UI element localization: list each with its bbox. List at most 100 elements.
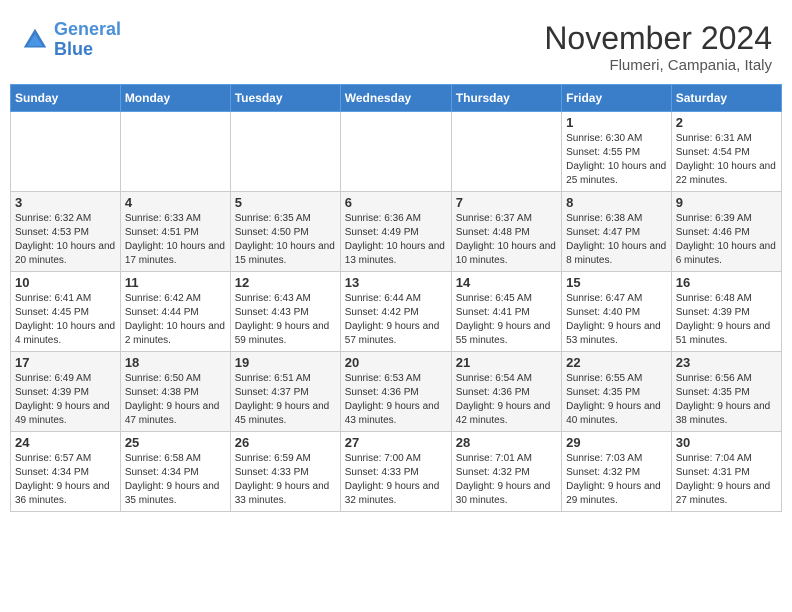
page-header: General Blue November 2024 Flumeri, Camp… bbox=[10, 10, 782, 79]
day-number: 15 bbox=[566, 275, 667, 290]
calendar-cell: 7Sunrise: 6:37 AM Sunset: 4:48 PM Daylig… bbox=[451, 192, 561, 272]
weekday-header-saturday: Saturday bbox=[671, 85, 781, 112]
calendar-cell: 27 Sunrise: 7:00 AM Sunset: 4:33 PM Dayli… bbox=[340, 432, 451, 512]
day-info: Sunrise: 6:45 AM Sunset: 4:41 PM Dayligh… bbox=[456, 292, 557, 348]
calendar-cell: 13Sunrise: 6:44 AM Sunset: 4:42 PM Dayli… bbox=[340, 272, 451, 352]
calendar-cell bbox=[11, 112, 121, 192]
day-info: Sunrise: 6:49 AM Sunset: 4:39 PM Dayligh… bbox=[15, 372, 116, 428]
day-number: 17 bbox=[15, 355, 116, 370]
weekday-header-wednesday: Wednesday bbox=[340, 85, 451, 112]
week-row-4: 17 Sunrise: 6:49 AM Sunset: 4:39 PM Dayli… bbox=[11, 352, 782, 432]
day-info: Sunrise: 6:37 AM Sunset: 4:48 PM Dayligh… bbox=[456, 212, 557, 268]
week-row-1: 1 Sunrise: 6:30 AM Sunset: 4:55 PM Daylig… bbox=[11, 112, 782, 192]
calendar-cell: 20 Sunrise: 6:53 AM Sunset: 4:36 PM Dayli… bbox=[340, 352, 451, 432]
calendar-cell: 24 Sunrise: 6:57 AM Sunset: 4:34 PM Dayli… bbox=[11, 432, 121, 512]
day-info: Sunrise: 6:58 AM Sunset: 4:34 PM Dayligh… bbox=[125, 452, 226, 508]
calendar-cell: 3 Sunrise: 6:32 AM Sunset: 4:53 PM Daylig… bbox=[11, 192, 121, 272]
day-info: Sunrise: 6:42 AM Sunset: 4:44 PM Dayligh… bbox=[125, 292, 226, 348]
calendar-cell: 21 Sunrise: 6:54 AM Sunset: 4:36 PM Dayli… bbox=[451, 352, 561, 432]
day-number: 30 bbox=[676, 435, 777, 450]
day-info: Sunrise: 6:39 AM Sunset: 4:46 PM Dayligh… bbox=[676, 212, 777, 268]
day-info: Sunrise: 6:48 AM Sunset: 4:39 PM Dayligh… bbox=[676, 292, 777, 348]
day-info: Sunrise: 6:51 AM Sunset: 4:37 PM Dayligh… bbox=[235, 372, 336, 428]
day-info: Sunrise: 6:59 AM Sunset: 4:33 PM Dayligh… bbox=[235, 452, 336, 508]
day-number: 10 bbox=[15, 275, 116, 290]
calendar-cell: 26 Sunrise: 6:59 AM Sunset: 4:33 PM Dayli… bbox=[230, 432, 340, 512]
day-info: Sunrise: 7:01 AM Sunset: 4:32 PM Dayligh… bbox=[456, 452, 557, 508]
day-info: Sunrise: 6:32 AM Sunset: 4:53 PM Dayligh… bbox=[15, 212, 116, 268]
day-number: 5 bbox=[235, 195, 336, 210]
day-info: Sunrise: 6:50 AM Sunset: 4:38 PM Dayligh… bbox=[125, 372, 226, 428]
day-number: 26 bbox=[235, 435, 336, 450]
location: Flumeri, Campania, Italy bbox=[544, 57, 772, 74]
day-number: 19 bbox=[235, 355, 336, 370]
calendar-cell: 9 Sunrise: 6:39 AM Sunset: 4:46 PM Daylig… bbox=[671, 192, 781, 272]
calendar-cell: 30Sunrise: 7:04 AM Sunset: 4:31 PM Dayli… bbox=[671, 432, 781, 512]
day-number: 29 bbox=[566, 435, 667, 450]
logo-text: General Blue bbox=[54, 20, 121, 60]
calendar-cell: 28 Sunrise: 7:01 AM Sunset: 4:32 PM Dayli… bbox=[451, 432, 561, 512]
day-info: Sunrise: 6:36 AM Sunset: 4:49 PM Dayligh… bbox=[345, 212, 447, 268]
logo-line1: General bbox=[54, 19, 121, 39]
day-number: 14 bbox=[456, 275, 557, 290]
day-number: 21 bbox=[456, 355, 557, 370]
calendar-cell: 11 Sunrise: 6:42 AM Sunset: 4:44 PM Dayli… bbox=[120, 272, 230, 352]
calendar-cell: 17 Sunrise: 6:49 AM Sunset: 4:39 PM Dayli… bbox=[11, 352, 121, 432]
day-info: Sunrise: 6:55 AM Sunset: 4:35 PM Dayligh… bbox=[566, 372, 667, 428]
day-number: 3 bbox=[15, 195, 116, 210]
day-info: Sunrise: 7:03 AM Sunset: 4:32 PM Dayligh… bbox=[566, 452, 667, 508]
calendar-cell bbox=[451, 112, 561, 192]
calendar-cell: 6 Sunrise: 6:36 AM Sunset: 4:49 PM Daylig… bbox=[340, 192, 451, 272]
logo: General Blue bbox=[20, 20, 121, 60]
day-number: 13 bbox=[345, 275, 447, 290]
calendar-cell: 25 Sunrise: 6:58 AM Sunset: 4:34 PM Dayli… bbox=[120, 432, 230, 512]
calendar-cell bbox=[230, 112, 340, 192]
day-info: Sunrise: 6:53 AM Sunset: 4:36 PM Dayligh… bbox=[345, 372, 447, 428]
day-info: Sunrise: 6:38 AM Sunset: 4:47 PM Dayligh… bbox=[566, 212, 667, 268]
weekday-header-monday: Monday bbox=[120, 85, 230, 112]
calendar-cell: 2Sunrise: 6:31 AM Sunset: 4:54 PM Daylig… bbox=[671, 112, 781, 192]
weekday-header-row: SundayMondayTuesdayWednesdayThursdayFrid… bbox=[11, 85, 782, 112]
day-number: 24 bbox=[15, 435, 116, 450]
day-info: Sunrise: 6:57 AM Sunset: 4:34 PM Dayligh… bbox=[15, 452, 116, 508]
calendar-cell bbox=[340, 112, 451, 192]
day-info: Sunrise: 6:35 AM Sunset: 4:50 PM Dayligh… bbox=[235, 212, 336, 268]
day-info: Sunrise: 6:54 AM Sunset: 4:36 PM Dayligh… bbox=[456, 372, 557, 428]
calendar-cell: 16Sunrise: 6:48 AM Sunset: 4:39 PM Dayli… bbox=[671, 272, 781, 352]
day-info: Sunrise: 6:33 AM Sunset: 4:51 PM Dayligh… bbox=[125, 212, 226, 268]
day-number: 27 bbox=[345, 435, 447, 450]
week-row-5: 24 Sunrise: 6:57 AM Sunset: 4:34 PM Dayli… bbox=[11, 432, 782, 512]
calendar-cell: 5 Sunrise: 6:35 AM Sunset: 4:50 PM Daylig… bbox=[230, 192, 340, 272]
day-info: Sunrise: 6:30 AM Sunset: 4:55 PM Dayligh… bbox=[566, 132, 667, 188]
day-number: 25 bbox=[125, 435, 226, 450]
day-info: Sunrise: 6:43 AM Sunset: 4:43 PM Dayligh… bbox=[235, 292, 336, 348]
day-number: 22 bbox=[566, 355, 667, 370]
calendar-cell: 29 Sunrise: 7:03 AM Sunset: 4:32 PM Dayli… bbox=[562, 432, 672, 512]
day-number: 9 bbox=[676, 195, 777, 210]
calendar-cell: 18 Sunrise: 6:50 AM Sunset: 4:38 PM Dayli… bbox=[120, 352, 230, 432]
calendar-cell: 10Sunrise: 6:41 AM Sunset: 4:45 PM Dayli… bbox=[11, 272, 121, 352]
calendar-cell: 1 Sunrise: 6:30 AM Sunset: 4:55 PM Daylig… bbox=[562, 112, 672, 192]
weekday-header-tuesday: Tuesday bbox=[230, 85, 340, 112]
day-number: 6 bbox=[345, 195, 447, 210]
day-number: 12 bbox=[235, 275, 336, 290]
weekday-header-thursday: Thursday bbox=[451, 85, 561, 112]
day-info: Sunrise: 6:56 AM Sunset: 4:35 PM Dayligh… bbox=[676, 372, 777, 428]
day-number: 20 bbox=[345, 355, 447, 370]
day-number: 11 bbox=[125, 275, 226, 290]
day-number: 4 bbox=[125, 195, 226, 210]
calendar-cell: 23Sunrise: 6:56 AM Sunset: 4:35 PM Dayli… bbox=[671, 352, 781, 432]
day-number: 1 bbox=[566, 115, 667, 130]
weekday-header-sunday: Sunday bbox=[11, 85, 121, 112]
calendar-cell: 12 Sunrise: 6:43 AM Sunset: 4:43 PM Dayli… bbox=[230, 272, 340, 352]
week-row-2: 3 Sunrise: 6:32 AM Sunset: 4:53 PM Daylig… bbox=[11, 192, 782, 272]
calendar-cell bbox=[120, 112, 230, 192]
day-number: 28 bbox=[456, 435, 557, 450]
day-info: Sunrise: 7:00 AM Sunset: 4:33 PM Dayligh… bbox=[345, 452, 447, 508]
week-row-3: 10Sunrise: 6:41 AM Sunset: 4:45 PM Dayli… bbox=[11, 272, 782, 352]
calendar-cell: 4 Sunrise: 6:33 AM Sunset: 4:51 PM Daylig… bbox=[120, 192, 230, 272]
logo-line2: Blue bbox=[54, 39, 93, 59]
logo-icon bbox=[20, 25, 50, 55]
day-number: 18 bbox=[125, 355, 226, 370]
month-title: November 2024 bbox=[544, 20, 772, 57]
